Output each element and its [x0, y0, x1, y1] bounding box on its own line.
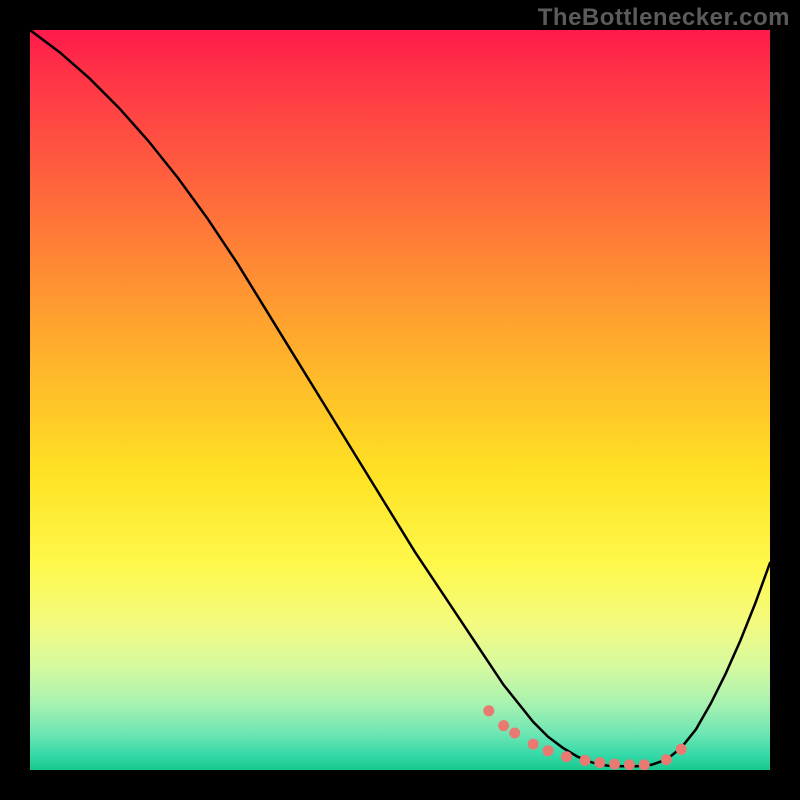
- marker-dot: [609, 759, 620, 770]
- marker-dot: [661, 754, 672, 765]
- plot-area: [30, 30, 770, 770]
- marker-dot: [498, 720, 509, 731]
- marker-dot: [624, 759, 635, 770]
- marker-dot: [543, 745, 554, 756]
- bottleneck-curve: [30, 30, 770, 766]
- marker-dot: [676, 744, 687, 755]
- marker-group: [483, 705, 686, 770]
- marker-dot: [528, 739, 539, 750]
- marker-dot: [509, 728, 520, 739]
- marker-dot: [594, 757, 605, 768]
- chart-frame: TheBottleneсker.com: [0, 0, 800, 800]
- watermark-text: TheBottleneсker.com: [538, 4, 790, 32]
- marker-dot: [639, 759, 650, 770]
- marker-dot: [561, 751, 572, 762]
- marker-dot: [580, 755, 591, 766]
- marker-dot: [483, 705, 494, 716]
- chart-svg: [30, 30, 770, 770]
